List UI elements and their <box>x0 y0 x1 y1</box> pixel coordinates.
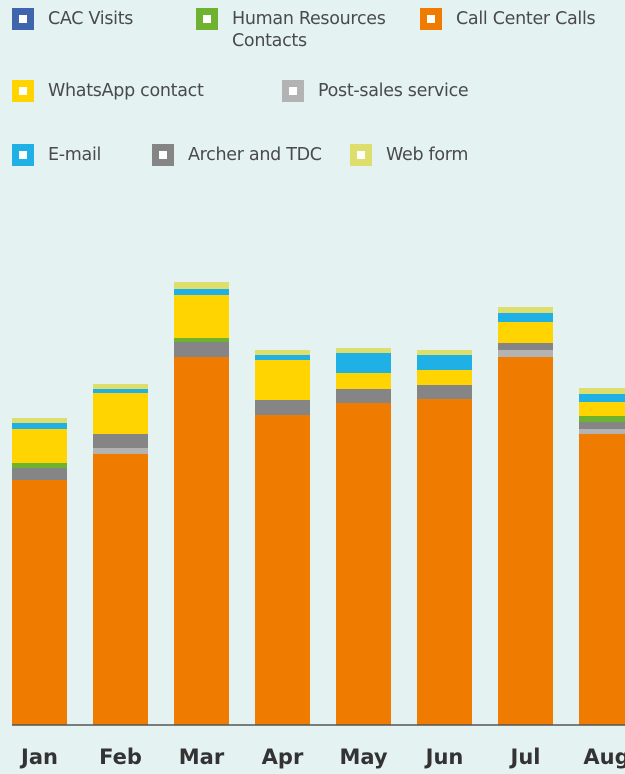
x-tick-label: Jul <box>509 745 541 769</box>
bar-segment-apr-whatsapp-contact <box>255 360 310 400</box>
bar-segment-mar-human-resources-contacts <box>174 338 229 342</box>
bar-segment-jan-archer-and-tdc <box>12 468 67 480</box>
bar-segment-jan-human-resources-contacts <box>12 463 67 468</box>
bar-segment-jun-e-mail <box>417 355 472 370</box>
bar-segment-feb-archer-and-tdc <box>93 434 148 448</box>
x-tick-label: Jun <box>424 745 464 769</box>
bar-segment-jan-web-form <box>12 418 67 423</box>
bar-segment-jun-archer-and-tdc <box>417 385 472 399</box>
stacked-bar-chart: Jan Feb Mar Apr May Jun Jul Aug <box>12 282 625 769</box>
bar-segment-may-e-mail <box>336 353 391 373</box>
x-tick-label: Feb <box>99 745 142 769</box>
bar-segment-mar-web-form <box>174 282 229 289</box>
bar-segment-aug-whatsapp-contact <box>579 402 625 416</box>
bar-segment-apr-e-mail <box>255 355 310 360</box>
bar-segment-feb-web-form <box>93 384 148 389</box>
bar-segment-jun-web-form <box>417 350 472 355</box>
bar-segment-apr-web-form <box>255 350 310 355</box>
bar-segment-feb-whatsapp-contact <box>93 393 148 434</box>
bars-group <box>12 282 625 725</box>
bar-segment-apr-archer-and-tdc <box>255 400 310 415</box>
bar-segment-may-web-form <box>336 348 391 353</box>
bar-segment-jan-call-center-calls <box>12 480 67 725</box>
bar-segment-jul-post-sales-service <box>498 350 553 357</box>
bar-segment-jul-call-center-calls <box>498 357 553 725</box>
x-tick-label: Aug <box>583 745 625 769</box>
bar-segment-jun-whatsapp-contact <box>417 370 472 385</box>
bar-segment-feb-e-mail <box>93 389 148 393</box>
bar-segment-aug-post-sales-service <box>579 429 625 434</box>
bar-segment-jan-whatsapp-contact <box>12 429 67 463</box>
x-tick-label: Mar <box>179 745 225 769</box>
bar-segment-jul-e-mail <box>498 313 553 322</box>
bar-segment-jun-call-center-calls <box>417 399 472 725</box>
bar-segment-aug-archer-and-tdc <box>579 422 625 429</box>
bar-segment-may-call-center-calls <box>336 403 391 725</box>
bar-segment-jul-web-form <box>498 307 553 313</box>
x-tick-label: Apr <box>262 745 304 769</box>
bar-segment-jul-archer-and-tdc <box>498 343 553 350</box>
bar-segment-aug-web-form <box>579 388 625 394</box>
bar-segment-mar-call-center-calls <box>174 357 229 725</box>
x-tick-label: Jan <box>19 745 58 769</box>
bar-segment-may-archer-and-tdc <box>336 389 391 403</box>
bar-segment-aug-e-mail <box>579 394 625 402</box>
bar-segment-may-whatsapp-contact <box>336 373 391 389</box>
bar-segment-feb-call-center-calls <box>93 454 148 725</box>
bar-segment-jul-whatsapp-contact <box>498 322 553 343</box>
bar-segment-feb-post-sales-service <box>93 448 148 454</box>
bar-segment-aug-human-resources-contacts <box>579 416 625 422</box>
x-tick-label: May <box>339 745 387 769</box>
bar-segment-mar-e-mail <box>174 289 229 295</box>
bar-segment-apr-call-center-calls <box>255 415 310 725</box>
bar-segment-mar-archer-and-tdc <box>174 342 229 357</box>
bar-segment-aug-call-center-calls <box>579 434 625 725</box>
x-tick-labels: Jan Feb Mar Apr May Jun Jul Aug <box>19 745 625 769</box>
bar-segment-jan-e-mail <box>12 423 67 429</box>
bar-segment-mar-whatsapp-contact <box>174 295 229 338</box>
